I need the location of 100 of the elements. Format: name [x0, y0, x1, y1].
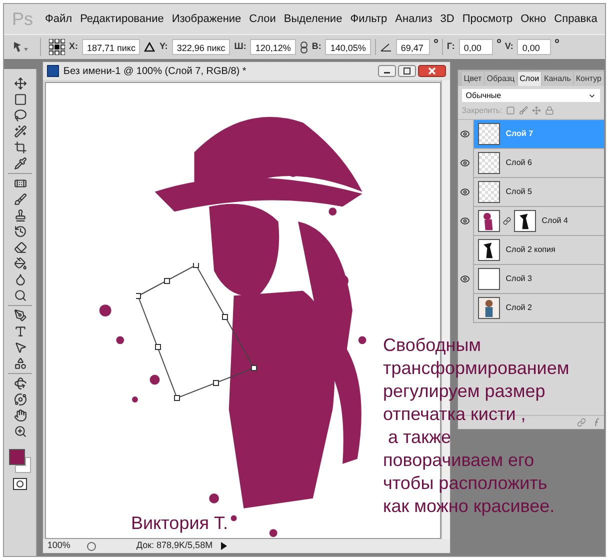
blend-mode-dropdown[interactable]: Обычные — [462, 89, 600, 102]
eye-icon — [460, 216, 470, 226]
degree-sign-icon — [434, 39, 438, 43]
minimize-icon[interactable] — [378, 65, 396, 77]
menu-item[interactable]: Справка — [554, 10, 598, 28]
panel-tab[interactable]: Слои — [518, 72, 542, 86]
history-brush-icon[interactable] — [14, 225, 27, 238]
field-label: Y: — [159, 40, 168, 54]
layer-row[interactable]: Слой 5 — [458, 178, 604, 207]
reference-point-icon[interactable] — [49, 39, 65, 55]
option-field[interactable]: 0,00 — [517, 39, 552, 55]
app-icon — [47, 65, 60, 77]
crop-tool-icon[interactable] — [14, 141, 27, 154]
option-field[interactable]: 140,05% — [325, 39, 371, 55]
eye-icon — [460, 158, 470, 168]
visibility-toggle[interactable] — [458, 120, 474, 148]
option-field[interactable]: 187,71 пикс — [82, 39, 140, 55]
transform-box[interactable] — [136, 263, 258, 401]
zoom-tool-icon[interactable] — [14, 425, 27, 438]
field-label: X: — [69, 40, 78, 54]
layer-row[interactable]: Слой 2 копия — [458, 236, 604, 265]
eraser-tool-icon[interactable] — [14, 241, 27, 254]
eye-icon — [460, 187, 470, 197]
document-title: Без имени-1 @ 100% (Слой 7, RGB/8) * — [63, 64, 246, 78]
field-label: V: — [504, 40, 514, 54]
lock-label: Закрепить: — [462, 104, 502, 116]
type-tool-icon[interactable] — [14, 325, 27, 338]
layer-name: Слой 4 — [542, 215, 568, 227]
layer-name: Слой 6 — [506, 157, 532, 169]
field-label: В: — [312, 40, 322, 54]
eyedropper-tool-icon[interactable] — [14, 157, 27, 170]
pen-tool-icon[interactable] — [14, 309, 27, 322]
degree-sign-icon — [496, 39, 501, 43]
menu-item[interactable]: Окно — [520, 10, 546, 28]
menu-item[interactable]: Просмотр — [462, 10, 513, 28]
stamp-tool-icon[interactable] — [14, 209, 27, 222]
option-field[interactable]: 69,47 — [396, 39, 430, 55]
angle-icon — [380, 42, 392, 52]
brush-tool-icon[interactable] — [14, 193, 27, 206]
layer-thumbnail — [478, 239, 500, 261]
layer-row[interactable]: Слой 6 — [458, 149, 604, 178]
foreground-color-swatch[interactable] — [9, 449, 26, 465]
field-label: Ш: — [234, 40, 246, 54]
menu-item[interactable]: Выделение — [284, 10, 342, 28]
layer-thumbnail — [478, 123, 500, 145]
quick-mask-icon[interactable] — [13, 478, 28, 490]
layer-thumbnail — [478, 181, 500, 203]
signature-text: Виктория Т. — [131, 512, 228, 535]
panel-tab[interactable]: Образц — [484, 72, 517, 86]
layer-thumbnail — [478, 268, 500, 290]
lasso-tool-icon[interactable] — [14, 109, 27, 122]
menu-item[interactable]: Редактирование — [80, 10, 164, 28]
zoom-level[interactable]: 100% — [47, 539, 80, 553]
triangle-icon[interactable] — [144, 42, 156, 52]
option-field[interactable]: 120,12% — [250, 39, 296, 55]
hand-tool-icon[interactable] — [14, 409, 27, 422]
play-icon[interactable] — [220, 542, 227, 550]
layer-row[interactable]: Слой 4 — [458, 207, 604, 236]
eye-icon — [460, 129, 470, 139]
option-field[interactable]: 322,96 пикс — [172, 39, 230, 55]
layer-name: Слой 2 копия — [506, 244, 556, 256]
close-icon[interactable] — [418, 65, 446, 77]
path-select-icon[interactable] — [14, 341, 27, 354]
option-field[interactable]: 0,00 — [458, 39, 493, 55]
layer-thumbnail — [514, 210, 536, 232]
background-color-swatch[interactable] — [15, 457, 32, 473]
menu-item[interactable]: Файл — [45, 10, 72, 28]
rotate-3d-icon[interactable] — [14, 377, 27, 390]
status-icon — [87, 542, 96, 550]
layer-thumbnail — [478, 210, 500, 232]
menu-item[interactable]: Анализ — [395, 10, 432, 28]
layer-name: Слой 7 — [506, 128, 534, 140]
move-tool-icon[interactable] — [14, 77, 27, 90]
panel-tab[interactable]: Каналь — [542, 72, 573, 86]
eye-icon — [460, 274, 470, 284]
bucket-tool-icon[interactable] — [14, 257, 27, 270]
orbit-3d-icon[interactable] — [14, 393, 27, 406]
menu-item[interactable]: Фильтр — [350, 10, 388, 28]
layer-row[interactable]: Слой 3 — [458, 265, 604, 294]
layer-name: Слой 2 — [506, 302, 532, 314]
layer-thumbnail — [478, 152, 500, 174]
layer-thumbnail — [478, 297, 500, 319]
menu-item[interactable]: 3D — [440, 10, 454, 28]
blur-tool-icon[interactable] — [14, 273, 27, 286]
wand-tool-icon[interactable] — [14, 125, 27, 138]
menu-item[interactable]: Слои — [249, 10, 276, 28]
link-icon[interactable] — [300, 40, 308, 54]
bandage-tool-icon[interactable] — [14, 177, 27, 190]
maximize-icon[interactable] — [398, 65, 416, 77]
shape-tool-icon[interactable] — [14, 357, 27, 370]
marquee-tool-icon[interactable] — [14, 93, 27, 106]
field-label: Г: — [446, 40, 455, 54]
layer-name: Слой 5 — [506, 186, 532, 198]
panel-tab[interactable]: Контур — [574, 72, 604, 86]
degree-sign-icon — [555, 39, 560, 43]
layer-row[interactable]: Слой 2 — [458, 294, 604, 323]
layer-name: Слой 3 — [506, 273, 532, 285]
panel-tab[interactable]: Цвет — [462, 72, 484, 86]
document-info: Док: 878,9K/5,58M — [136, 539, 213, 552]
menu-item[interactable]: Изображение — [172, 10, 242, 28]
